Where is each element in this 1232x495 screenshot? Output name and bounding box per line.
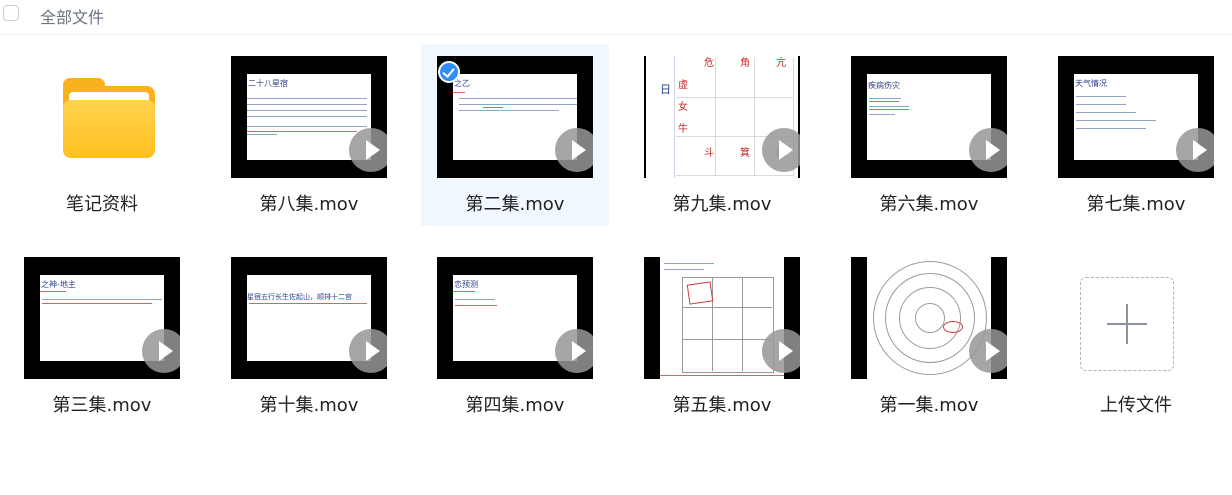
video-thumbnail: 恋预测 (437, 257, 593, 379)
play-icon (555, 329, 593, 373)
video-thumbnail: 之乙 (437, 56, 593, 178)
thumb-heading: 天气情况 (1075, 79, 1107, 88)
video-tile[interactable]: 恋预测 第四集.mov (421, 245, 609, 427)
video-thumbnail (851, 257, 1007, 379)
thumb-heading: 日 (660, 83, 671, 96)
video-tile[interactable]: 日 危 角 亢 虚 女 牛 斗 箕 尾 (628, 44, 816, 226)
file-label: 第五集.mov (672, 395, 772, 416)
video-thumbnail: 日 危 角 亢 虚 女 牛 斗 箕 尾 (644, 56, 800, 178)
thumb-heading: 之乙 (454, 79, 470, 88)
folder-tile[interactable]: 笔记资料 (8, 44, 196, 226)
video-tile[interactable]: 天气情况 第七集.mov (1042, 44, 1230, 226)
play-icon (762, 329, 800, 373)
play-icon (142, 329, 180, 373)
video-thumbnail (644, 257, 800, 379)
select-all-checkbox[interactable] (3, 5, 19, 21)
video-thumbnail: 之神-地主 (24, 257, 180, 379)
play-icon (349, 128, 387, 172)
file-label: 第九集.mov (672, 194, 772, 215)
thumb-heading: 疾病伤灾 (868, 81, 900, 90)
file-label: 第六集.mov (879, 194, 979, 215)
video-thumbnail: 天气情况 (1058, 56, 1214, 178)
play-icon (762, 128, 800, 172)
video-thumbnail: 二十八星宿 (231, 56, 387, 178)
video-thumbnail: 星宿五行长生佐起山，顺排十二宫 (231, 257, 387, 379)
video-tile[interactable]: 第一集.mov (835, 245, 1023, 427)
video-tile[interactable]: 之神-地主 第三集.mov (8, 245, 196, 427)
upload-label: 上传文件 (1100, 395, 1172, 416)
video-tile-selected[interactable]: 之乙 第二集.mov (421, 44, 609, 226)
thumb-heading: 二十八星宿 (248, 79, 288, 88)
file-label: 第四集.mov (465, 395, 565, 416)
play-icon (349, 329, 387, 373)
video-tile[interactable]: 二十八星宿 第八集.mov (215, 44, 403, 226)
video-thumbnail: 疾病伤灾 (851, 56, 1007, 178)
selected-check-icon[interactable] (438, 61, 460, 83)
thumb-heading: 之神-地主 (41, 280, 76, 289)
video-tile[interactable]: 疾病伤灾 第六集.mov (835, 44, 1023, 226)
file-label: 第七集.mov (1086, 194, 1186, 215)
upload-tile[interactable]: 上传文件 (1042, 245, 1230, 427)
play-icon (1176, 128, 1214, 172)
all-files-title: 全部文件 (40, 8, 105, 27)
upload-button[interactable] (1080, 277, 1174, 371)
toolbar: 全部文件 (0, 0, 1232, 35)
file-label: 第一集.mov (879, 395, 979, 416)
thumb-heading: 星宿五行长生佐起山，顺排十二宫 (247, 293, 352, 301)
folder-icon (63, 78, 155, 158)
play-icon (555, 128, 593, 172)
file-label: 笔记资料 (66, 194, 138, 215)
file-label: 第二集.mov (465, 194, 565, 215)
file-label: 第三集.mov (52, 395, 152, 416)
play-icon (969, 329, 1007, 373)
video-tile[interactable]: 星宿五行长生佐起山，顺排十二宫 第十集.mov (215, 245, 403, 427)
play-icon (969, 128, 1007, 172)
file-label: 第八集.mov (259, 194, 359, 215)
file-label: 第十集.mov (259, 395, 359, 416)
video-tile[interactable]: 第五集.mov (628, 245, 816, 427)
thumb-heading: 恋预测 (454, 280, 478, 289)
